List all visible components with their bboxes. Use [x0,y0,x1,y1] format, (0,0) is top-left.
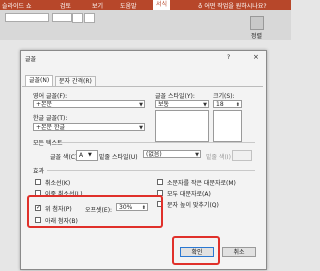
close-icon[interactable]: × [253,53,259,61]
chevron-down-icon: ▼ [139,125,143,131]
grow-font-icon[interactable] [72,13,83,23]
chevron-down-icon: ▼ [88,152,92,158]
tab-character-spacing[interactable]: 문자 간격(R) [55,76,96,86]
tab-help[interactable]: 도움말 [120,1,137,10]
arrange-label: 정렬 [251,33,263,40]
font-style-list[interactable] [155,110,209,142]
all-caps-label: 모두 대문자로(A) [167,191,211,198]
chevron-down-icon: ▼ [195,152,199,158]
ribbon-size-box[interactable] [52,13,72,22]
underline-color-picker[interactable] [232,150,252,161]
size-list[interactable] [213,110,242,142]
chevron-down-icon: ▼ [139,102,143,108]
lightbulb-icon: ♁ [198,3,203,10]
asian-font-value: +본문 한글 [36,124,66,131]
font-style-input[interactable]: 보통 ▼ [155,100,209,108]
underline-color-label: 밑줄 색(I) [206,154,231,161]
underline-style-label: 밑줄 스타일(U) [99,154,138,161]
effects-heading: 효과 [33,168,45,175]
font-color-icon: A [79,152,84,159]
small-caps-label: 소문자를 작은 대문자로(M) [167,180,236,187]
all-text-heading: 모든 텍스트 [33,140,63,147]
tell-me-text: 어떤 작업을 원하시나요? [204,3,267,10]
dialog-title: 글꼴 [25,56,37,63]
ribbon-font-box[interactable] [5,13,49,22]
tell-me-search[interactable]: ♁ 어떤 작업을 원하시나요? [198,1,267,10]
help-button[interactable]: ? [227,54,230,61]
strikethrough-checkbox[interactable] [35,179,41,185]
small-caps-checkbox[interactable] [157,179,163,185]
underline-style-select[interactable]: (없음) ▼ [143,150,201,158]
font-color-picker[interactable]: A ▼ [76,150,98,161]
shrink-font-icon[interactable] [84,13,95,23]
font-style-label: 글꼴 스타일(Y): [155,93,195,100]
underline-style-value: (없음) [146,151,162,158]
asian-font-select[interactable]: +본문 한글 ▼ [33,123,145,131]
tab-review[interactable]: 검토 [60,1,71,10]
cancel-button[interactable]: 취소 [222,247,256,257]
latin-font-value: +본문 [36,101,53,108]
equalize-height-label: 문자 높이 맞추기(Q) [167,202,219,209]
latin-font-select[interactable]: +본문 ▼ [33,100,145,108]
ok-button-highlight [172,236,220,265]
size-label: 크기(S): [213,93,235,100]
font-style-value: 보통 [158,101,170,108]
tab-divider [22,86,263,87]
latin-font-label: 영어 글꼴(F): [33,93,68,100]
font-color-label: 글꼴 색(C) [50,154,78,161]
spin-icon[interactable]: ⬍ [236,101,240,107]
size-input[interactable]: 18 ⬍ [213,100,242,108]
chevron-down-icon: ▼ [203,102,207,108]
size-value: 18 [216,101,224,108]
tab-format[interactable]: 서식 [153,0,171,10]
strikethrough-label: 취소선(K) [45,180,71,187]
section-divider [60,142,255,143]
tab-view[interactable]: 보기 [92,1,103,10]
arrange-icon[interactable] [250,16,264,30]
asian-font-label: 한글 글꼴(T): [33,115,68,122]
tab-slideshow[interactable]: 슬라이드 쇼 [2,1,32,10]
superscript-highlight [27,195,163,228]
section-divider [47,170,255,171]
